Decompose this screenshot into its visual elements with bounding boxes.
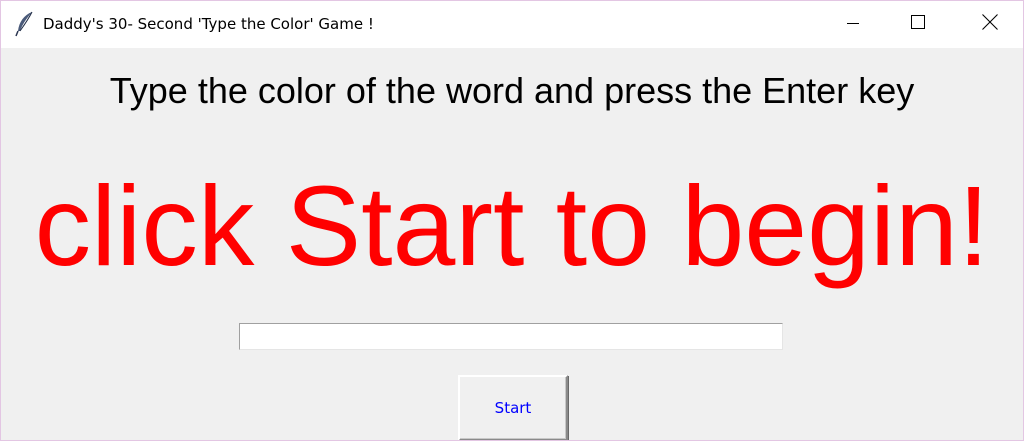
window-title: Daddy's 30- Second 'Type the Color' Game… (43, 15, 374, 33)
feather-icon (15, 11, 35, 37)
start-button[interactable]: Start (458, 375, 568, 440)
instruction-label: Type the color of the word and press the… (109, 70, 915, 111)
maximize-button[interactable] (895, 1, 941, 48)
minimize-button[interactable] (830, 1, 876, 48)
minimize-icon (847, 16, 859, 34)
maximize-icon (911, 15, 925, 34)
close-icon (982, 14, 998, 35)
close-button[interactable] (967, 1, 1013, 48)
app-window: Daddy's 30- Second 'Type the Color' Game… (0, 0, 1024, 441)
color-word-label: click Start to begin! (34, 163, 990, 289)
color-entry-field[interactable] (239, 323, 783, 350)
title-bar[interactable]: Daddy's 30- Second 'Type the Color' Game… (1, 1, 1023, 48)
